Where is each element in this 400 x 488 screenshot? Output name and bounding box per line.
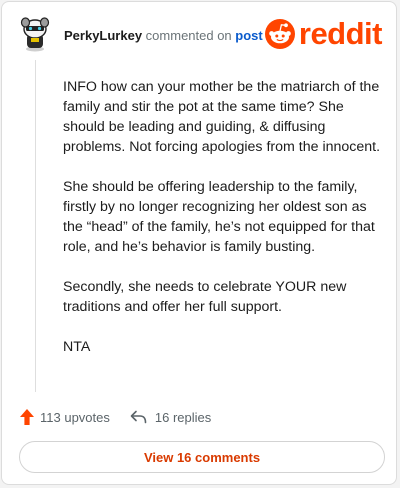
comment-paragraph: NTA (63, 339, 91, 355)
comment-body: INFO how can your mother be the matriarc… (63, 77, 385, 377)
thread-line (35, 60, 36, 392)
post-link[interactable]: post (235, 28, 262, 43)
avatar[interactable] (17, 16, 53, 52)
reddit-snoo-icon (264, 19, 295, 49)
reply-count: 16 replies (154, 409, 212, 425)
reddit-logo[interactable]: reddit (264, 16, 383, 51)
reply-arrow-icon (130, 410, 147, 424)
comment-header: PerkyLurkey commented on post (64, 28, 263, 44)
comment-paragraph: Secondly, she needs to celebrate YOUR ne… (63, 279, 347, 315)
upvote-button[interactable]: 113 upvotes (20, 409, 110, 425)
comment-actions: 113 upvotes 16 replies (20, 407, 211, 427)
upvote-arrow-icon (20, 409, 34, 425)
comment-card: PerkyLurkey commented on post reddit INF… (1, 1, 397, 485)
reddit-wordmark: reddit (298, 16, 383, 51)
username[interactable]: PerkyLurkey (64, 28, 142, 43)
action-text: commented on (142, 28, 236, 43)
comment-paragraph: INFO how can your mother be the matriarc… (63, 79, 381, 155)
view-comments-button[interactable]: View 16 comments (19, 441, 385, 473)
upvote-count: 113 upvotes (40, 409, 110, 425)
comment-paragraph: She should be offering leadership to the… (63, 179, 375, 255)
reply-button[interactable]: 16 replies (130, 410, 211, 425)
